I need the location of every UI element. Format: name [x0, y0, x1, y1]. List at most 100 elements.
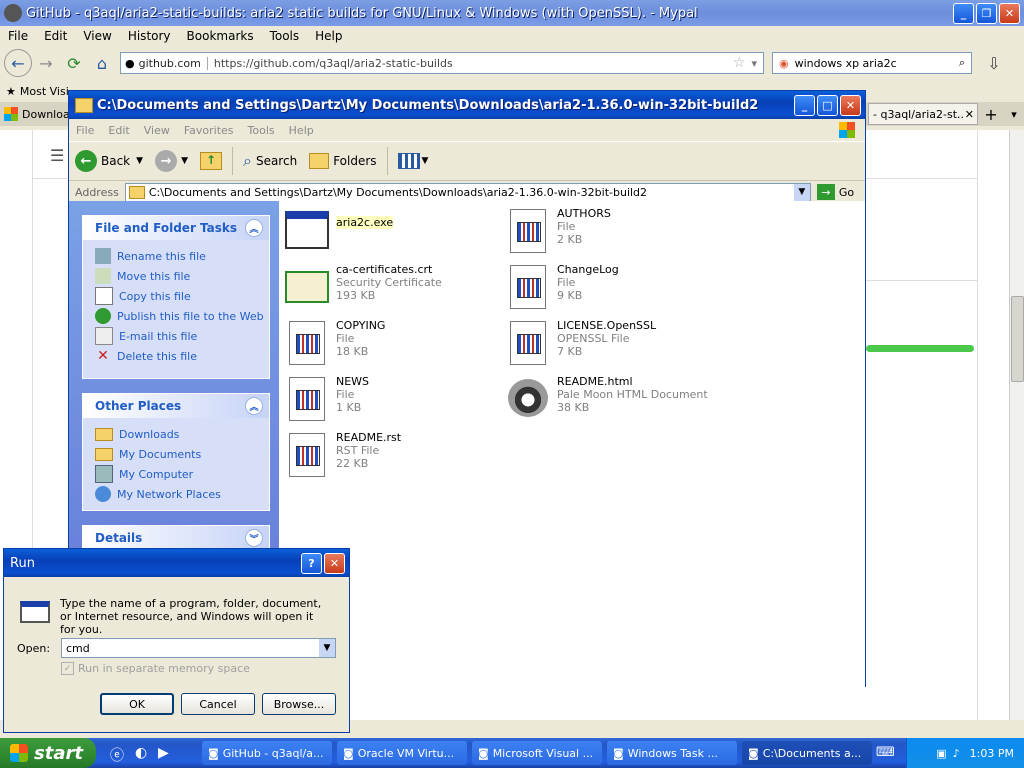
start-button[interactable]: start: [0, 738, 96, 768]
separate-memory-checkbox[interactable]: ✓: [61, 662, 74, 675]
place-my-computer[interactable]: My Computer: [83, 464, 269, 484]
menu-view[interactable]: View: [137, 124, 177, 137]
menu-help[interactable]: Help: [282, 124, 321, 137]
ok-button[interactable]: OK: [100, 693, 174, 715]
menu-favorites[interactable]: Favorites: [177, 124, 241, 137]
taskbar-button-task-manager[interactable]: ◙ Windows Task ...: [607, 741, 737, 765]
expand-chevron-icon[interactable]: ︾: [245, 529, 263, 547]
open-input[interactable]: cmd: [66, 642, 90, 655]
collapse-chevron-icon[interactable]: ︽: [245, 219, 263, 237]
minimize-button[interactable]: _: [794, 94, 815, 116]
download-arrow-icon[interactable]: ⇩: [980, 50, 1008, 76]
place-downloads[interactable]: Downloads: [83, 424, 269, 444]
views-button[interactable]: ▼: [392, 146, 435, 176]
search-icon[interactable]: ⌕: [959, 56, 965, 70]
file-item-aria2c-exe[interactable]: aria2c.exe: [283, 207, 498, 259]
menu-file[interactable]: File: [69, 124, 101, 137]
quick-launch-media-icon[interactable]: ◐: [135, 745, 147, 761]
reload-icon[interactable]: ⟳: [60, 50, 88, 76]
file-item-readme-rst[interactable]: README.rst RST File 22 KB: [283, 431, 498, 483]
go-button[interactable]: → Go: [816, 184, 854, 200]
place-my-network[interactable]: My Network Places: [83, 484, 269, 504]
quick-launch-ie-icon[interactable]: ⓔ: [110, 745, 124, 765]
publish-web-task[interactable]: Publish this file to the Web: [83, 306, 269, 326]
email-file-task[interactable]: E-mail this file: [83, 326, 269, 346]
cancel-button[interactable]: Cancel: [181, 693, 255, 715]
file-folder-tasks-header[interactable]: File and Folder Tasks ︽: [83, 216, 269, 240]
maximize-button[interactable]: ❐: [976, 2, 997, 24]
delete-file-task[interactable]: ✕ Delete this file: [83, 346, 269, 366]
hamburger-menu-icon[interactable]: ☰: [50, 146, 64, 165]
open-combobox[interactable]: cmd ▼: [61, 638, 336, 658]
new-tab-button[interactable]: +: [978, 105, 1004, 124]
file-item-ca-certificates[interactable]: ca-certificates.crt Security Certificate 1…: [283, 263, 498, 315]
search-box[interactable]: ◉ windows xp aria2c ⌕: [772, 52, 972, 74]
rename-file-task[interactable]: Rename this file: [83, 246, 269, 266]
place-my-documents[interactable]: My Documents: [83, 444, 269, 464]
search-input[interactable]: windows xp aria2c: [795, 57, 897, 70]
star-icon[interactable]: ☆: [733, 55, 746, 71]
back-arrow-icon[interactable]: ←: [4, 49, 32, 77]
up-folder-button[interactable]: ↑: [194, 146, 228, 176]
browse-button[interactable]: Browse...: [262, 693, 336, 715]
run-title-bar[interactable]: Run ? ✕: [4, 549, 349, 577]
file-item-news[interactable]: NEWS File 1 KB: [283, 375, 498, 427]
keyboard-icon[interactable]: ⌨: [876, 745, 895, 760]
close-button[interactable]: ✕: [999, 2, 1020, 24]
menu-edit[interactable]: Edit: [36, 29, 75, 43]
explorer-title-bar[interactable]: C:\Documents and Settings\Dartz\My Docum…: [69, 91, 865, 119]
tab-list-button[interactable]: ▾: [1004, 108, 1024, 121]
menu-file[interactable]: File: [0, 29, 36, 43]
menu-history[interactable]: History: [120, 29, 179, 43]
close-button[interactable]: ✕: [840, 94, 861, 116]
menu-help[interactable]: Help: [307, 29, 350, 43]
menu-edit[interactable]: Edit: [101, 124, 136, 137]
chevron-down-icon[interactable]: ▼: [793, 183, 810, 201]
file-item-license-openssl[interactable]: LICENSE.OpenSSL OPENSSL File 7 KB: [504, 319, 719, 371]
file-item-changelog[interactable]: ChangeLog File 9 KB: [504, 263, 719, 315]
folders-button[interactable]: Folders: [303, 146, 382, 176]
file-item-readme-html[interactable]: README.html Pale Moon HTML Document 38 KB: [504, 375, 719, 427]
menu-tools[interactable]: Tools: [241, 124, 282, 137]
help-button[interactable]: ?: [301, 552, 322, 574]
file-item-copying[interactable]: COPYING File 18 KB: [283, 319, 498, 371]
quick-launch-player-icon[interactable]: ▶: [158, 745, 169, 761]
scrollbar[interactable]: [1009, 130, 1024, 720]
search-button[interactable]: ⌕ Search: [237, 146, 303, 176]
tab-github[interactable]: - q3aql/aria2-st... ✕: [868, 103, 978, 125]
other-places-header[interactable]: Other Places ︽: [83, 394, 269, 418]
menu-view[interactable]: View: [75, 29, 119, 43]
minimize-button[interactable]: _: [953, 2, 974, 24]
move-file-task[interactable]: Move this file: [83, 266, 269, 286]
taskbar-button-virtualbox[interactable]: ◙ Oracle VM Virtu...: [337, 741, 467, 765]
details-header[interactable]: Details ︾: [83, 526, 269, 550]
copy-file-task[interactable]: Copy this file: [83, 286, 269, 306]
file-item-authors[interactable]: AUTHORS File 2 KB: [504, 207, 719, 259]
url-bar[interactable]: ● github.com https://github.com/q3aql/ar…: [120, 52, 764, 74]
chevron-down-icon[interactable]: ▼: [136, 156, 143, 166]
taskbar-button-github[interactable]: ◙ GitHub - q3aql/a...: [202, 741, 332, 765]
forward-button[interactable]: → ▼: [149, 146, 194, 176]
clock[interactable]: 1:03 PM: [970, 747, 1014, 760]
home-icon[interactable]: ⌂: [88, 50, 116, 76]
chevron-down-icon[interactable]: ▼: [422, 156, 429, 166]
collapse-chevron-icon[interactable]: ︽: [245, 397, 263, 415]
address-field[interactable]: C:\Documents and Settings\Dartz\My Docum…: [124, 182, 811, 202]
scrollbar-thumb[interactable]: [1011, 296, 1024, 382]
close-button[interactable]: ✕: [324, 552, 345, 574]
tray-volume-icon[interactable]: ♪: [953, 747, 960, 760]
chevron-down-icon[interactable]: ▼: [181, 156, 188, 166]
close-tab-icon[interactable]: ✕: [965, 108, 974, 121]
forward-arrow-icon[interactable]: →: [32, 50, 60, 76]
maximize-button[interactable]: □: [817, 94, 838, 116]
taskbar-button-explorer[interactable]: ◙ C:\Documents a...: [742, 741, 872, 765]
most-visited-bookmark[interactable]: Most Visi: [20, 85, 69, 98]
menu-bookmarks[interactable]: Bookmarks: [179, 29, 262, 43]
back-button[interactable]: ← Back ▼: [69, 146, 149, 176]
menu-tools[interactable]: Tools: [262, 29, 308, 43]
taskbar-button-visual-studio[interactable]: ◙ Microsoft Visual ...: [472, 741, 602, 765]
chevron-down-icon[interactable]: ▼: [319, 639, 335, 657]
tray-app-icon[interactable]: ▣: [936, 747, 946, 760]
chevron-down-icon[interactable]: ▾: [751, 57, 757, 70]
browser-title-bar[interactable]: GitHub - q3aql/aria2-static-builds: aria…: [0, 0, 1024, 26]
